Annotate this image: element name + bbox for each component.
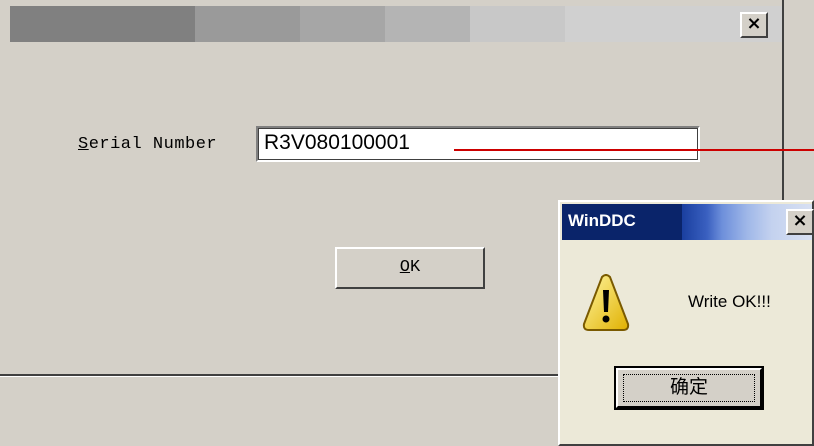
message-box-title: WinDDC [568,211,636,230]
ok-mnemonic: O [399,258,410,277]
message-box-title-bar: WinDDC [562,204,812,240]
close-icon: × [746,13,762,34]
main-title-bar [10,6,782,42]
serial-label-text: erial Number [88,135,218,154]
serial-number-value: R3V080100001 [264,131,410,154]
close-icon: × [792,210,808,231]
serial-label-mnemonic: S [78,135,89,154]
annotation-line [454,149,814,151]
confirm-button[interactable]: 确定 [614,366,764,410]
ok-label-text: K [410,258,421,277]
main-close-button[interactable]: × [740,12,768,38]
focus-rectangle [623,374,755,402]
message-box: WinDDC × Write OK!!! 确定 [558,200,814,446]
warning-icon [582,274,630,331]
serial-number-input[interactable]: R3V080100001 [256,126,700,162]
message-box-close-button[interactable]: × [786,209,814,235]
message-text: Write OK!!! [688,292,771,311]
ok-button[interactable]: OK [335,247,485,289]
serial-number-label: Serial Number [78,135,217,154]
